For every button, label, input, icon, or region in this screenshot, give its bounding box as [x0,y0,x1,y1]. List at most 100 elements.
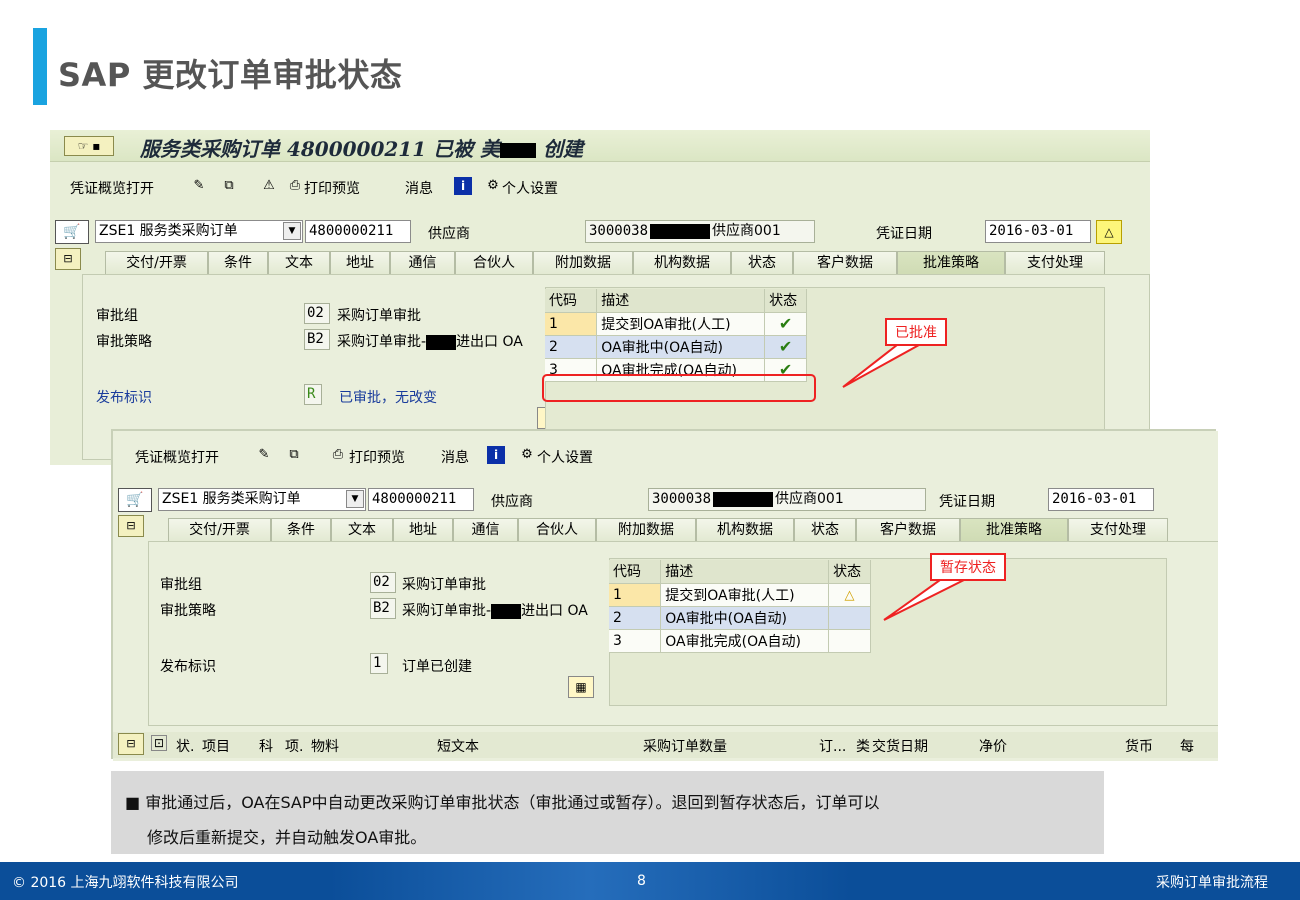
info-icon[interactable]: i [487,446,505,464]
col-delivery-date[interactable]: 交货日期 [872,736,928,756]
print-icon[interactable]: ⎙ [286,177,304,195]
chevron-down-icon[interactable]: ▼ [346,490,364,508]
tab-delivery[interactable]: 交付/开票 [168,518,271,542]
col-item-status[interactable]: 状. [176,736,194,756]
po-number-field[interactable]: 4800000211 [368,488,474,511]
expand-icon[interactable]: ⊟ [118,515,144,537]
col-net-price[interactable]: 净价 [979,736,1007,756]
cart-icon[interactable]: 🛒 [118,488,152,512]
tab-customer-data[interactable]: 客户数据 [793,251,897,275]
table-row[interactable]: 3 OA审批完成(OA自动) [609,629,871,653]
doc-type-select[interactable]: ZSE1 服务类采购订单 [95,220,303,243]
tab-address[interactable]: 地址 [330,251,390,275]
tab-customer-data[interactable]: 客户数据 [856,518,960,542]
release-group-label: 审批组 [160,577,202,593]
glasses-icon[interactable]: ✎ [190,177,208,195]
release-strategy-name: 采购订单审批- 进出口 OA [402,603,588,619]
doc-date-field[interactable]: 2016-03-01 [1048,488,1154,511]
vendor-field[interactable]: 3000038 供应商001 [648,488,926,511]
col-per[interactable]: 每 [1180,736,1194,756]
tab-org-data[interactable]: 机构数据 [633,251,731,275]
col-item-cat[interactable]: 项. [285,736,303,756]
col-type[interactable]: 类 [856,736,870,756]
tab-release-strategy[interactable]: 批准策略 [897,251,1005,275]
item-column-header: ⊟ ⊡ 状. 项目 科 项. 物料 短文本 采购订单数量 订... 类 交货日期… [113,732,1218,758]
menu-icon[interactable]: ☞ ▪ [64,136,114,156]
warning-triangle-icon[interactable]: △ [1096,220,1122,244]
tab-communication[interactable]: 通信 [453,518,518,542]
redacted-name [500,143,537,158]
print-preview-button[interactable]: 打印预览 [304,178,360,198]
tab-text[interactable]: 文本 [268,251,330,275]
expand-icon[interactable]: ⊟ [55,248,81,270]
col-po-quantity[interactable]: 采购订单数量 [643,736,727,756]
doc-type-select[interactable]: ZSE1 服务类采购订单 [158,488,366,511]
tab-conditions[interactable]: 条件 [208,251,268,275]
alert-icon[interactable]: ⚠ [260,177,278,195]
tab-org-data[interactable]: 机构数据 [696,518,794,542]
tab-status[interactable]: 状态 [794,518,856,542]
sap-toolbar: 凭证概览打开 ✎ ⧉ ⚠ ⎙ 打印预览 消息 i ⚙ 个人设置 [50,172,1150,202]
release-group-name: 采购订单审批 [337,308,421,324]
cart-icon[interactable]: 🛒 [55,220,89,244]
settings-icon[interactable]: ⚙ [484,177,502,195]
print-preview-button[interactable]: 打印预览 [349,447,405,467]
tab-delivery[interactable]: 交付/开票 [105,251,208,275]
copy-icon[interactable]: ⧉ [285,446,303,464]
table-row[interactable]: 2 OA审批中(OA自动) ✔ [545,335,807,359]
doc-overview-button[interactable]: 凭证概览打开 [70,178,154,198]
glasses-icon[interactable]: ✎ [255,446,273,464]
po-number-field[interactable]: 4800000211 [305,220,411,243]
tab-additional-data[interactable]: 附加数据 [596,518,696,542]
chevron-down-icon[interactable]: ▼ [283,222,301,240]
messages-button[interactable]: 消息 [405,178,433,198]
footer-decoration [330,862,850,900]
check-icon: ✔ [764,312,807,336]
sap-toolbar: 凭证概览打开 ✎ ⧉ ⎙ 打印预览 消息 i ⚙ 个人设置 [113,441,1218,471]
col-material[interactable]: 物料 [311,736,339,756]
doc-overview-button[interactable]: 凭证概览打开 [135,447,219,467]
release-table: 代码 描述 状态 1 提交到OA审批(人工) ✔ 2 OA审批中(OA自动) ✔… [545,289,807,382]
footer-section: 采购订单审批流程 [1156,875,1268,891]
col-short-text[interactable]: 短文本 [437,736,479,756]
settings-icon[interactable]: ⚙ [518,446,536,464]
tab-release-strategy[interactable]: 批准策略 [960,518,1068,542]
explanation-note: ■ 审批通过后，OA在SAP中自动更改采购订单审批状态（审批通过或暂存）。退回到… [111,771,1104,854]
tab-text[interactable]: 文本 [331,518,393,542]
layout-icon[interactable]: ⊡ [151,735,168,751]
messages-button[interactable]: 消息 [441,447,469,467]
copy-icon[interactable]: ⧉ [220,177,238,195]
print-icon[interactable]: ⎙ [329,446,347,464]
tab-address[interactable]: 地址 [393,518,453,542]
tab-status[interactable]: 状态 [731,251,793,275]
doc-date-field[interactable]: 2016-03-01 [985,220,1091,243]
grid-icon[interactable]: ▦ [568,676,594,698]
footer-copyright: © 2016 上海九翊软件科技有限公司 [12,875,239,891]
doc-date-label: 凭证日期 [939,494,995,510]
title-accent-bar [33,28,47,105]
redacted-strategy [426,334,457,350]
table-row[interactable]: 2 OA审批中(OA自动) [609,606,871,630]
info-icon[interactable]: i [454,177,472,195]
tab-additional-data[interactable]: 附加数据 [533,251,633,275]
tab-conditions[interactable]: 条件 [271,518,331,542]
tab-communication[interactable]: 通信 [390,251,455,275]
slide-footer: © 2016 上海九翊软件科技有限公司 8 采购订单审批流程 [0,862,1300,900]
release-indicator-text: 已审批，无改变 [339,390,437,406]
table-row[interactable]: 1 提交到OA审批(人工) △ [609,583,871,607]
personal-settings-button[interactable]: 个人设置 [537,447,593,467]
tab-payment[interactable]: 支付处理 [1005,251,1105,275]
tab-payment[interactable]: 支付处理 [1068,518,1168,542]
personal-settings-button[interactable]: 个人设置 [502,178,558,198]
col-order-unit[interactable]: 订... [819,736,846,756]
table-row[interactable]: 1 提交到OA审批(人工) ✔ [545,312,807,336]
col-account[interactable]: 科 [259,736,273,756]
tab-partners[interactable]: 合伙人 [455,251,533,275]
tab-partners[interactable]: 合伙人 [518,518,596,542]
slide-title: SAP 更改订单审批状态 [58,56,403,94]
expand-icon[interactable]: ⊟ [118,733,144,755]
col-currency[interactable]: 货币 [1125,736,1153,756]
vendor-field[interactable]: 3000038 供应商001 [585,220,815,243]
col-item[interactable]: 项目 [202,736,230,756]
col-desc: 描述 [596,289,766,313]
